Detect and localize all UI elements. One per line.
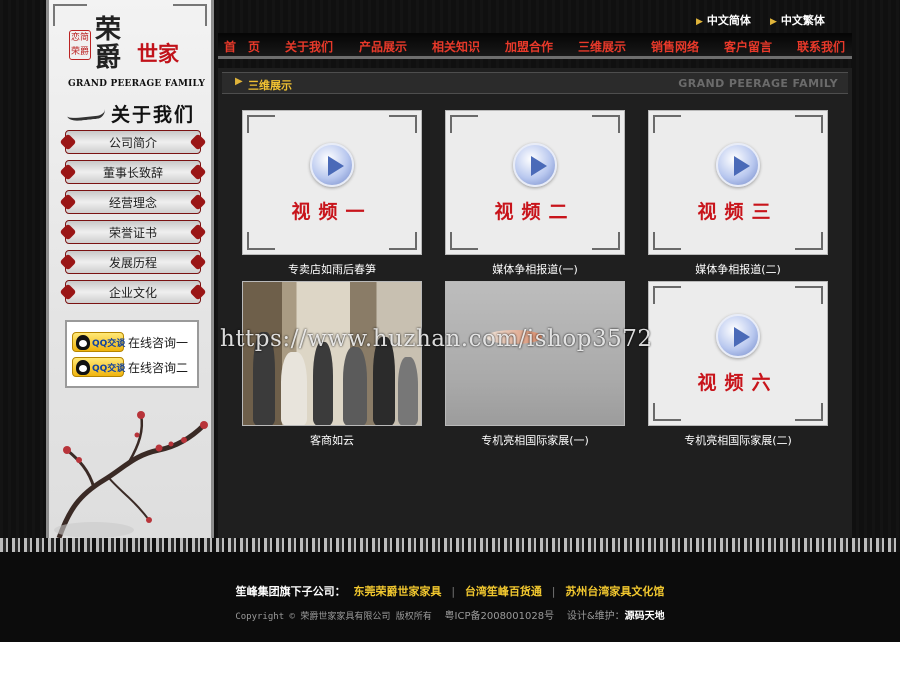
link-separator: | [451,585,456,598]
video-tile[interactable]: 视频三 媒体争相报道(二) [648,110,828,276]
video-thumbnail[interactable]: 视频二 [445,110,625,255]
nav-contact[interactable]: 联系我们 [797,38,845,55]
qq-chat-button[interactable]: QQ交谈 [72,357,125,377]
footer-pattern-band [0,538,900,552]
online-consult-box: QQ交谈 在线咨询一 QQ交谈 在线咨询二 [65,320,199,388]
sidebar-item-honors[interactable]: 荣誉证书 [65,220,201,244]
play-icon[interactable] [716,143,760,187]
nav-products[interactable]: 产品展示 [359,38,407,55]
sidebar-item-label: 董事长致辞 [102,166,163,180]
play-icon[interactable] [513,143,557,187]
qq-consult-label: 在线咨询一 [128,336,189,350]
video-thumb-label: 视频六 [697,372,779,394]
subsidiary-links: 笙峰集团旗下子公司： 东莞荣爵世家家具 | 台湾笙峰百货通 | 苏州台湾家具文化… [0,583,900,599]
sidebar-item-philosophy[interactable]: 经营理念 [65,190,201,214]
link-separator: | [551,585,556,598]
video-thumbnail[interactable]: 视频三 [648,110,828,255]
video-caption[interactable]: 客商如云 [242,432,422,448]
video-thumb-label: 视频一 [291,201,373,223]
video-thumbnail-photo[interactable] [242,281,422,426]
sidebar-section-title-text: 关于我们 [111,104,196,126]
main-nav: 首 页 关于我们 产品展示 相关知识 加盟合作 三维展示 销售网络 客户留言 联… [218,33,852,59]
copyright-line: Copyright © 荣爵世家家具有限公司 版权所有 粤ICP备2008001… [0,607,900,622]
nav-sales-network[interactable]: 销售网络 [651,38,699,55]
sidebar-item-culture[interactable]: 企业文化 [65,280,201,304]
video-caption[interactable]: 媒体争相报道(一) [445,261,625,277]
sidebar-item-label: 发展历程 [108,256,157,270]
sidebar-item-label: 经营理念 [108,196,157,210]
video-caption[interactable]: 媒体争相报道(二) [648,261,828,277]
sidebar-menu: 公司简介 董事长致辞 经营理念 荣誉证书 发展历程 企业文化 [65,130,201,310]
site-logo[interactable]: 恋简 荣爵 荣爵 世家 GRAND PEERAGE FAMILY [63,15,205,89]
breadcrumb-brand-english: GRAND PEERAGE FAMILY [678,77,838,90]
designer-link[interactable]: 源码天地 [625,611,665,622]
breadcrumb: ▶ 三维展示 GRAND PEERAGE FAMILY [222,72,848,94]
sidebar-item-chairman-speech[interactable]: 董事长致辞 [65,160,201,184]
arrow-right-icon: ▶ [696,17,703,27]
breadcrumb-current: 三维展示 [248,79,292,92]
qq-chat-button[interactable]: QQ交谈 [72,332,125,352]
video-thumbnail-photo[interactable] [445,281,625,426]
nav-3d-display[interactable]: 三维展示 [578,38,626,55]
footer-link-dongguan[interactable]: 东莞荣爵世家家具 [354,585,442,598]
icp-number[interactable]: 粤ICP备2008001028号 [445,611,555,622]
sidebar: 恋简 荣爵 荣爵 世家 GRAND PEERAGE FAMILY 关于我们 公司… [46,0,214,538]
sidebar-item-label: 公司简介 [108,136,157,150]
sidebar-item-company-intro[interactable]: 公司简介 [65,130,201,154]
airship-photo [446,282,624,425]
sidebar-item-history[interactable]: 发展历程 [65,250,201,274]
logo-seal: 恋简 荣爵 [69,30,91,60]
play-icon[interactable] [716,314,760,358]
video-tile[interactable]: 专机亮相国际家展(一) [445,281,625,447]
footer-link-taiwan[interactable]: 台湾笙峰百货通 [465,585,542,598]
qq-consult-link-1[interactable]: QQ交谈 在线咨询一 [72,332,196,354]
logo-name-top: 荣爵 [95,15,123,73]
sidebar-item-label: 企业文化 [108,286,157,300]
sidebar-section-title: 关于我们 [63,100,203,126]
footer-link-suzhou[interactable]: 苏州台湾家具文化馆 [565,585,664,598]
logo-name-en: GRAND PEERAGE FAMILY [68,79,206,89]
qq-penguin-icon [76,335,90,350]
lang-traditional-link[interactable]: ▶ 中文繁体 [770,12,825,28]
video-thumb-label: 视频二 [494,201,576,223]
arrow-right-icon: ▶ [770,17,777,27]
qq-consult-link-2[interactable]: QQ交谈 在线咨询二 [72,357,196,379]
video-thumbnail[interactable]: 视频六 [648,281,828,426]
nav-about[interactable]: 关于我们 [285,38,333,55]
video-tile[interactable]: 客商如云 [242,281,422,447]
copyright-text: Copyright © 荣爵世家家具有限公司 版权所有 [235,612,432,622]
footer: 笙峰集团旗下子公司： 东莞荣爵世家家具 | 台湾笙峰百货通 | 苏州台湾家具文化… [0,552,900,642]
lang-simplified-link[interactable]: ▶ 中文简体 [696,12,751,28]
qq-penguin-icon [76,360,90,375]
logo-name-red: 世家 [137,41,179,66]
video-tile[interactable]: 视频二 媒体争相报道(一) [445,110,625,276]
sidebar-item-label: 荣誉证书 [108,226,157,240]
plum-blossom-painting [54,411,208,538]
video-caption[interactable]: 专卖店如雨后春笋 [242,261,422,277]
dragon-ornament-icon [66,102,106,122]
nav-home[interactable]: 首 页 [224,38,260,55]
nav-messages[interactable]: 客户留言 [724,38,772,55]
video-thumbnail[interactable]: 视频一 [242,110,422,255]
watermark-text: https://www.huzhan.com/ishop3572 [220,326,653,352]
video-thumb-label: 视频三 [697,201,779,223]
nav-franchise[interactable]: 加盟合作 [505,38,553,55]
page: 恋简 荣爵 荣爵 世家 GRAND PEERAGE FAMILY 关于我们 公司… [0,0,900,677]
main-content: ▶ 三维展示 GRAND PEERAGE FAMILY 视频一 专卖店如雨后春笋… [218,68,852,538]
qq-consult-label: 在线咨询二 [128,361,189,375]
video-tile[interactable]: 视频一 专卖店如雨后春笋 [242,110,422,276]
arrow-right-icon: ▶ [235,76,243,87]
design-label: 设计&维护： [566,611,625,622]
nav-knowledge[interactable]: 相关知识 [432,38,480,55]
video-caption[interactable]: 专机亮相国际家展(二) [648,432,828,448]
subsidiary-lead: 笙峰集团旗下子公司： [235,585,346,598]
play-icon[interactable] [310,143,354,187]
crowd-photo [243,282,421,425]
video-tile[interactable]: 视频六 专机亮相国际家展(二) [648,281,828,447]
header: ▶ 中文简体 ▶ 中文繁体 首 页 关于我们 产品展示 相关知识 加盟合作 三维展示… [218,0,852,62]
video-caption[interactable]: 专机亮相国际家展(一) [445,432,625,448]
